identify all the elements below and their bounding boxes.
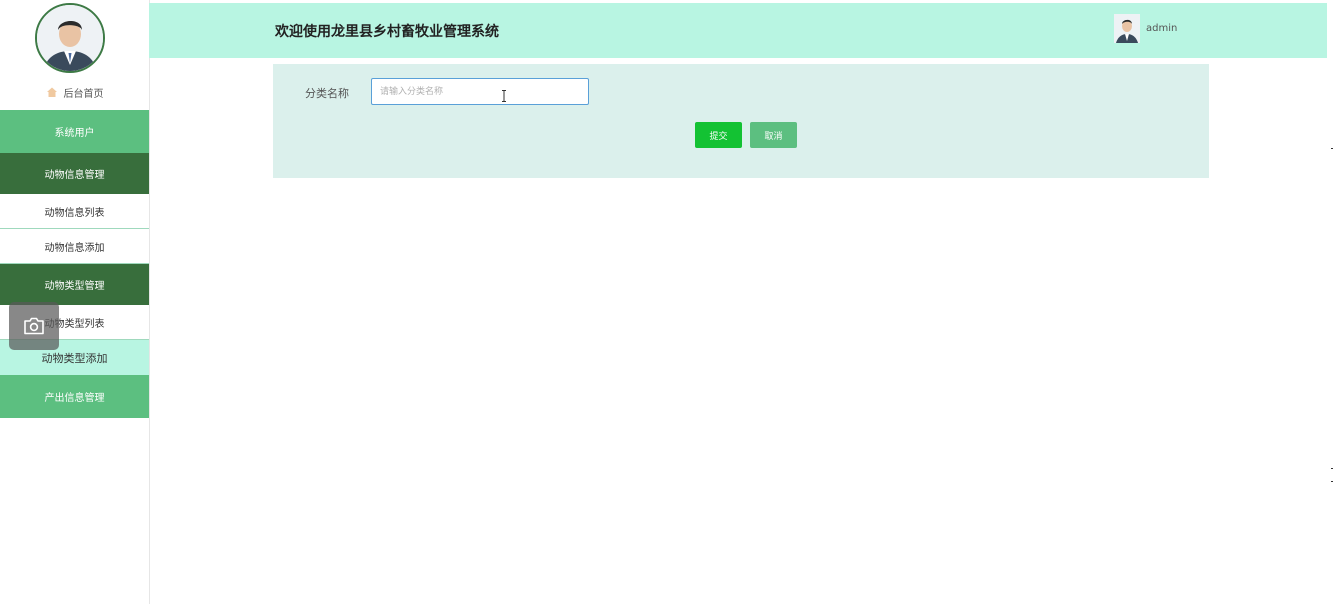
top-header: 欢迎使用龙里县乡村畜牧业管理系统 admin [149,3,1327,58]
user-info[interactable]: admin [1114,14,1177,43]
sidebar-item-label: 动物信息管理 [44,170,105,181]
sidebar-item-label: 动物类型管理 [44,281,105,292]
category-form-panel: 分类名称 提交 取消 [273,64,1209,178]
sidebar-item-animal-info-list[interactable]: 动物信息列表 [0,194,149,229]
home-icon [46,86,58,98]
home-link[interactable]: 后台首页 [0,80,149,104]
sidebar-item-output-info-management[interactable]: 产出信息管理 [0,375,149,418]
sidebar-item-animal-info-management[interactable]: 动物信息管理 [0,153,149,194]
sidebar-item-label: 产出信息管理 [44,393,105,404]
sidebar-item-label: 系统用户 [54,128,95,139]
sidebar-item-label: 动物信息列表 [44,207,105,219]
user-portrait-icon [1114,14,1140,43]
cancel-button[interactable]: 取消 [750,122,797,148]
sidebar-item-animal-info-add[interactable]: 动物信息添加 [0,229,149,264]
user-avatar [1114,14,1140,43]
admin-avatar [35,3,105,73]
text-cursor-icon [502,90,506,102]
avatar-portrait-icon [37,5,103,71]
sidebar-item-system-users[interactable]: 系统用户 [0,110,149,153]
category-name-input[interactable] [371,78,589,105]
camera-icon [24,317,44,335]
page-title: 欢迎使用龙里县乡村畜牧业管理系统 [275,24,499,40]
sidebar-item-animal-type-management[interactable]: 动物类型管理 [0,264,149,305]
category-name-label: 分类名称 [305,87,349,100]
home-link-label: 后台首页 [63,88,104,100]
screenshot-camera-button[interactable] [9,302,59,350]
sidebar-menu: 系统用户 动物信息管理 动物信息列表 动物信息添加 动物类型管理 动物类型列表 … [0,110,149,418]
sidebar: 后台首页 系统用户 动物信息管理 动物信息列表 动物信息添加 动物类型管理 动物… [0,0,150,604]
submit-button[interactable]: 提交 [695,122,742,148]
sidebar-item-label: 动物类型添加 [41,351,108,365]
username: admin [1146,23,1178,34]
sidebar-item-label: 动物信息添加 [44,242,105,254]
